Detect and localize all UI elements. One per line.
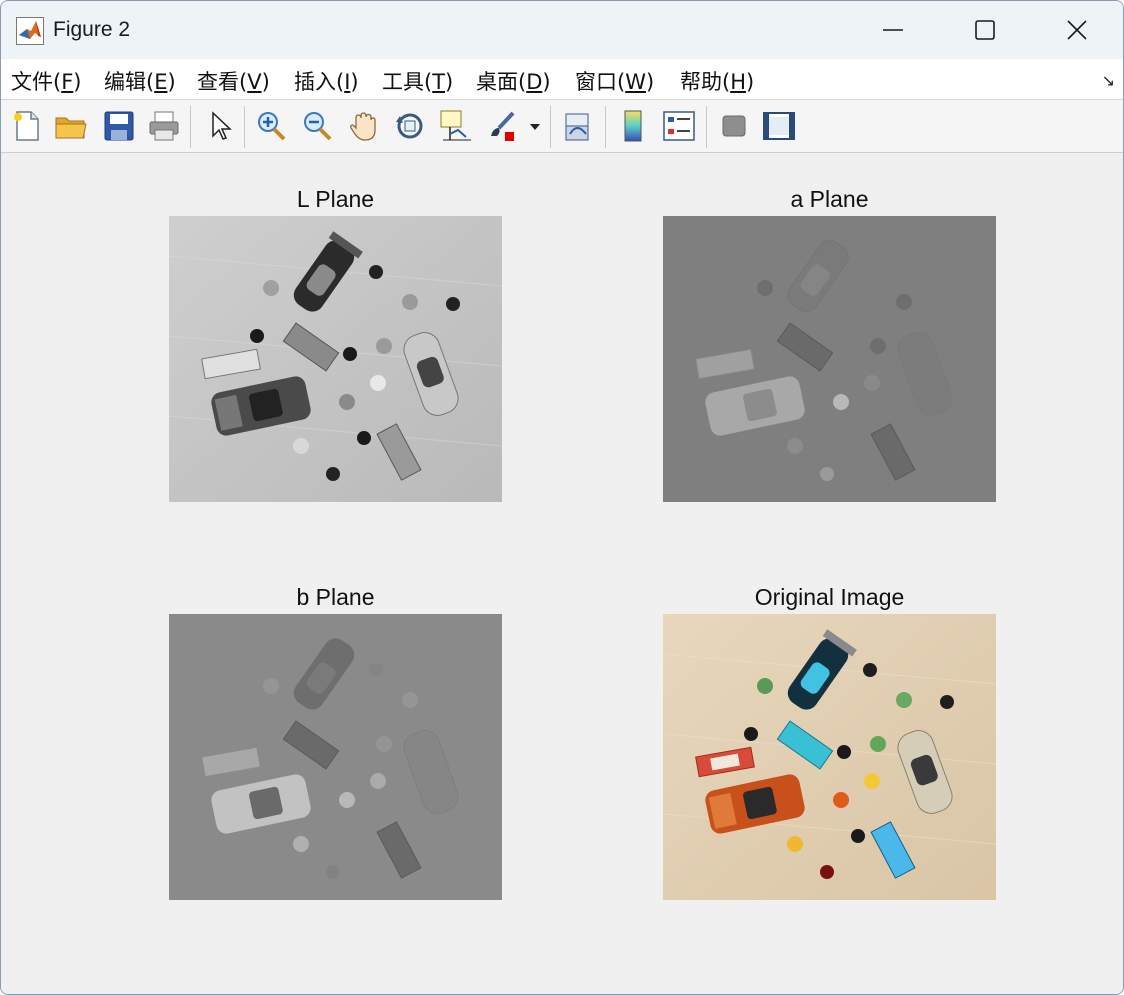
minimize-button[interactable]: [847, 1, 939, 59]
toolbar-separator: [190, 106, 191, 148]
menu-file[interactable]: 文件(F): [11, 66, 82, 96]
figure-toolbar: [1, 100, 1123, 153]
minimize-icon: [883, 29, 903, 31]
toolbar-separator: [550, 106, 551, 148]
menu-window[interactable]: 窗口(W): [575, 66, 654, 96]
original-image[interactable]: [663, 614, 996, 900]
print-icon[interactable]: [146, 108, 182, 144]
show-plot-tools-icon[interactable]: [761, 108, 797, 144]
subplot-title-l-plane: L Plane: [296, 186, 375, 212]
close-button[interactable]: [1031, 1, 1123, 59]
brush-dropdown-icon[interactable]: [527, 108, 543, 144]
close-icon: [1067, 20, 1087, 40]
menu-help[interactable]: 帮助(H): [680, 66, 754, 96]
rotate-3d-icon[interactable]: [392, 108, 428, 144]
matlab-logo-icon: [16, 17, 44, 45]
pan-hand-icon[interactable]: [346, 108, 382, 144]
zoom-in-icon[interactable]: [253, 108, 289, 144]
select-arrow-icon[interactable]: [203, 108, 239, 144]
toolbar-separator: [605, 106, 606, 148]
menu-view[interactable]: 查看(V): [197, 66, 270, 96]
link-plot-icon[interactable]: [560, 108, 596, 144]
menu-tools[interactable]: 工具(T): [382, 66, 453, 96]
menu-insert[interactable]: 插入(I): [294, 66, 359, 96]
l-plane-image[interactable]: [169, 216, 502, 502]
title-bar: Figure 2: [1, 1, 1123, 59]
save-icon[interactable]: [101, 108, 137, 144]
data-cursor-icon[interactable]: [438, 108, 474, 144]
b-plane-image[interactable]: [169, 614, 502, 900]
subplot-title-original-image: Original Image: [754, 584, 905, 610]
figure-canvas[interactable]: L Plane a Plane b Plane Original Image: [1, 153, 1123, 994]
menu-bar: 文件(F) 编辑(E) 查看(V) 插入(I) 工具(T) 桌面(D) 窗口(W…: [1, 59, 1123, 100]
hide-plot-tools-icon[interactable]: [716, 108, 752, 144]
maximize-button[interactable]: [939, 1, 1031, 59]
brush-icon[interactable]: [485, 108, 521, 144]
dock-arrow-icon[interactable]: ↘: [1102, 71, 1115, 90]
menu-desktop[interactable]: 桌面(D): [476, 66, 551, 96]
a-plane-image[interactable]: [663, 216, 996, 502]
toolbar-separator: [244, 106, 245, 148]
maximize-icon: [975, 20, 995, 40]
toolbar-separator: [706, 106, 707, 148]
subplot-title-a-plane: a Plane: [790, 186, 869, 212]
window-title: Figure 2: [53, 18, 131, 41]
colorbar-icon[interactable]: [615, 108, 651, 144]
zoom-out-icon[interactable]: [299, 108, 335, 144]
menu-edit[interactable]: 编辑(E): [104, 66, 176, 96]
figure-window: Figure 2 文件(F) 编辑(E) 查看(V) 插入(I) 工具(T) 桌…: [0, 0, 1124, 995]
subplot-title-b-plane: b Plane: [296, 584, 375, 610]
new-figure-icon[interactable]: [9, 108, 45, 144]
open-folder-icon[interactable]: [53, 108, 89, 144]
legend-icon[interactable]: [661, 108, 697, 144]
